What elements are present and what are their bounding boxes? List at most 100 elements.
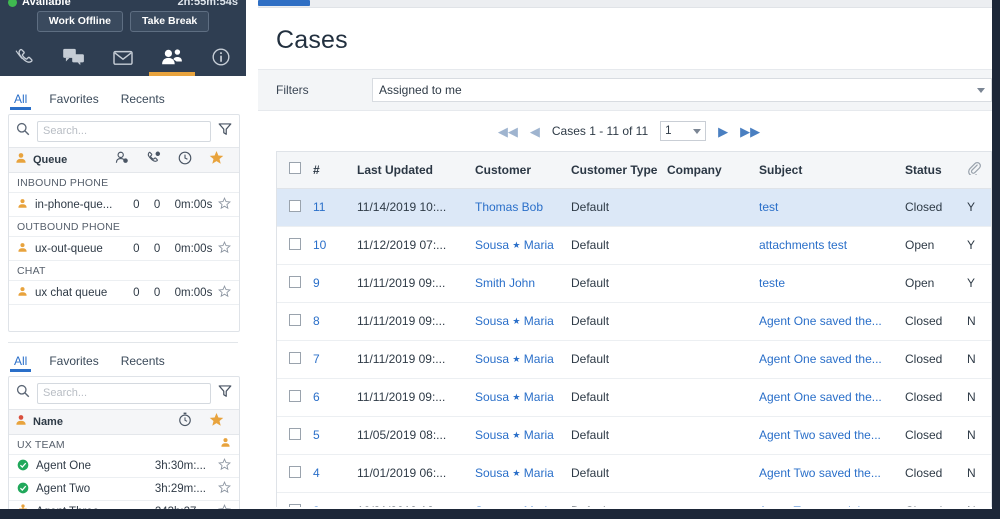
agent-favorite-star-icon[interactable]	[218, 481, 231, 497]
subject-link[interactable]: teste	[759, 276, 785, 290]
channel-phone[interactable]	[0, 38, 49, 76]
table-row[interactable]: 9 11/11/2019 09:... Smith John Default teste…	[277, 264, 991, 303]
subject-link[interactable]: attachments test	[759, 238, 847, 252]
subject-link[interactable]: Agent Two saved the...	[759, 504, 881, 507]
customer-link[interactable]: Sousa ★ Maria	[475, 504, 554, 507]
row-checkbox[interactable]	[289, 237, 301, 250]
queue-tab-recents[interactable]: Recents	[121, 92, 165, 110]
filters-select[interactable]: Assigned to me	[372, 78, 992, 102]
row-checkbox[interactable]	[289, 427, 301, 440]
table-row[interactable]: 11 11/14/2019 10:... Thomas Bob Default test…	[277, 188, 991, 227]
queue-row[interactable]: ux chat queue 0 0 0m:00s	[9, 281, 239, 305]
table-row[interactable]: 4 11/01/2019 06:... Sousa ★ Maria Default Ag…	[277, 454, 991, 493]
next-page-button[interactable]: ▶	[718, 125, 728, 138]
subject-link[interactable]: Agent One saved the...	[759, 390, 882, 404]
row-checkbox[interactable]	[289, 389, 301, 402]
take-break-button[interactable]: Take Break	[129, 11, 210, 32]
customer-link[interactable]: Sousa ★ Maria	[475, 390, 554, 404]
queue-favorite-star-icon[interactable]	[218, 240, 231, 257]
subject-link[interactable]: Agent One saved the...	[759, 314, 882, 328]
row-checkbox[interactable]	[289, 199, 301, 212]
customer-link[interactable]: Smith John	[475, 276, 535, 290]
last-page-button[interactable]: ▶▶	[740, 125, 760, 138]
subject-cell: Agent One saved the...	[755, 302, 901, 341]
table-row[interactable]: 3 10/31/2019 12:... Sousa ★ Maria Default Ag…	[277, 492, 991, 507]
col-company[interactable]: Company	[663, 152, 755, 189]
agent-favorite-star-icon[interactable]	[218, 458, 231, 474]
queue-search-input[interactable]	[37, 120, 211, 142]
clock-icon[interactable]	[178, 151, 192, 170]
agent-tab-favorites[interactable]: Favorites	[49, 354, 98, 372]
row-checkbox-cell	[277, 226, 309, 265]
col-customer-type[interactable]: Customer Type	[567, 152, 663, 189]
customer-link[interactable]: Thomas Bob	[475, 200, 543, 214]
customer-link[interactable]: Sousa ★ Maria	[475, 314, 554, 328]
agents-icon[interactable]	[115, 151, 129, 169]
table-row[interactable]: 6 11/11/2019 09:... Sousa ★ Maria Default Ag…	[277, 378, 991, 417]
col-status[interactable]: Status	[901, 152, 963, 189]
subject-link[interactable]: test	[759, 200, 778, 214]
channel-info[interactable]	[197, 38, 246, 76]
case-number-link[interactable]: 5	[313, 428, 320, 442]
agent-search-input[interactable]	[37, 382, 211, 404]
case-number-link[interactable]: 6	[313, 390, 320, 404]
queue-favorite-star-icon[interactable]	[218, 196, 231, 213]
stopwatch-icon[interactable]	[178, 412, 192, 432]
select-all-checkbox[interactable]	[289, 162, 301, 175]
calls-waiting-icon[interactable]	[146, 151, 161, 170]
case-number-link[interactable]: 7	[313, 352, 320, 366]
star-icon[interactable]	[209, 150, 224, 170]
table-row[interactable]: 8 11/11/2019 09:... Sousa ★ Maria Default Ag…	[277, 302, 991, 341]
case-number-link[interactable]: 11	[313, 200, 325, 214]
prev-page-button[interactable]: ◀	[530, 125, 540, 138]
queue-tab-favorites[interactable]: Favorites	[49, 92, 98, 110]
customer-link[interactable]: Sousa ★ Maria	[475, 466, 554, 480]
customer-link[interactable]: Sousa ★ Maria	[475, 238, 554, 252]
col-last-updated[interactable]: Last Updated	[353, 152, 471, 189]
col-customer[interactable]: Customer	[471, 152, 567, 189]
queue-row[interactable]: in-phone-que... 0 0 0m:00s	[9, 193, 239, 217]
row-checkbox[interactable]	[289, 313, 301, 326]
table-row[interactable]: 7 11/11/2019 09:... Sousa ★ Maria Default Ag…	[277, 340, 991, 379]
filter-icon[interactable]	[218, 122, 232, 141]
page-number-select[interactable]: 1	[660, 121, 707, 141]
col-attachment[interactable]	[963, 152, 991, 189]
channel-email[interactable]	[98, 38, 147, 76]
case-number-link[interactable]: 3	[313, 504, 320, 507]
agent-tab-all[interactable]: All	[9, 354, 32, 372]
case-number-link[interactable]: 4	[313, 466, 320, 480]
work-offline-button[interactable]: Work Offline	[36, 11, 123, 32]
channel-chat[interactable]	[49, 38, 98, 76]
row-checkbox[interactable]	[289, 351, 301, 364]
agent-tab-recents[interactable]: Recents	[121, 354, 165, 372]
customer-star-icon: ★	[512, 430, 521, 440]
attachment-icon	[967, 162, 981, 178]
queue-tab-all[interactable]: All	[9, 92, 32, 110]
queue-favorite-star-icon[interactable]	[218, 284, 231, 301]
case-number-link[interactable]: 10	[313, 238, 326, 252]
case-number-link[interactable]: 9	[313, 276, 320, 290]
row-checkbox[interactable]	[289, 275, 301, 288]
subject-link[interactable]: Agent Two saved the...	[759, 428, 881, 442]
first-page-button[interactable]: ◀◀	[498, 125, 518, 138]
col-subject[interactable]: Subject	[755, 152, 901, 189]
customer-link[interactable]: Sousa ★ Maria	[475, 352, 554, 366]
subject-link[interactable]: Agent One saved the...	[759, 352, 882, 366]
queue-row[interactable]: ux-out-queue 0 0 0m:00s	[9, 237, 239, 261]
table-row[interactable]: 5 11/05/2019 08:... Sousa ★ Maria Default Ag…	[277, 416, 991, 455]
filter-icon[interactable]	[218, 384, 232, 403]
row-checkbox[interactable]	[289, 465, 301, 478]
table-row[interactable]: 10 11/12/2019 07:... Sousa ★ Maria Default a…	[277, 226, 991, 265]
customer-link[interactable]: Sousa ★ Maria	[475, 428, 554, 442]
row-checkbox[interactable]	[289, 503, 301, 507]
active-tab-indicator[interactable]	[258, 0, 310, 6]
agent-list-item[interactable]: Agent Two 3h:29m:...	[9, 478, 239, 501]
customer-cell: Thomas Bob	[471, 188, 567, 227]
star-icon[interactable]	[209, 412, 224, 432]
workspace-tab-strip	[258, 0, 1000, 8]
agent-list-item[interactable]: Agent One 3h:30m:...	[9, 455, 239, 478]
subject-link[interactable]: Agent Two saved the...	[759, 466, 881, 480]
channel-agents[interactable]	[148, 38, 197, 76]
case-number-link[interactable]: 8	[313, 314, 320, 328]
col-number[interactable]: #	[309, 152, 353, 189]
